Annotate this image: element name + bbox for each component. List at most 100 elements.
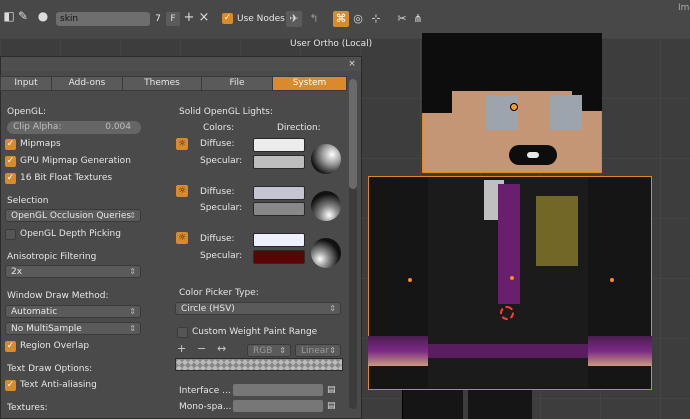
light-1-specular-label: Specular: xyxy=(200,156,243,166)
color-ramp[interactable] xyxy=(175,358,343,371)
text-aa-toggle[interactable]: ✓ Text Anti-aliasing xyxy=(5,379,97,392)
light-3-diffuse-color[interactable] xyxy=(253,233,305,247)
light-3-diffuse-label: Diffuse: xyxy=(200,234,235,244)
eyedropper-icon[interactable]: ✎ xyxy=(16,9,30,23)
text-aa-label: Text Anti-aliasing xyxy=(20,380,97,390)
character-head[interactable] xyxy=(422,33,602,173)
remove-stop-icon[interactable]: − xyxy=(197,342,206,355)
unlink-material-icon[interactable]: × xyxy=(197,11,211,25)
anisotropic-heading: Anisotropic Filtering xyxy=(7,252,97,262)
brush-icon[interactable]: ✂ xyxy=(394,11,410,27)
folder-icon[interactable]: ▤ xyxy=(327,385,339,395)
light-1-diffuse-color[interactable] xyxy=(253,138,305,152)
prefs-tabs: Input Add-ons Themes File System xyxy=(0,76,347,91)
right-eye xyxy=(550,95,582,130)
light-1-specular-color[interactable] xyxy=(253,155,305,169)
light-1-direction-sphere[interactable] xyxy=(311,144,341,174)
prefs-scrollbar[interactable] xyxy=(349,79,357,409)
3d-cursor-icon[interactable] xyxy=(500,306,514,320)
pin-icon[interactable]: ✈ xyxy=(286,11,302,27)
depth-picking-checkbox[interactable] xyxy=(5,228,16,240)
use-nodes-toggle[interactable]: ✓ Use Nodes xyxy=(218,12,285,26)
parent-arrow-icon[interactable]: ↰ xyxy=(306,11,322,27)
close-icon[interactable]: × xyxy=(347,59,357,69)
panel-label-cut: Im xyxy=(678,3,690,13)
add-stop-icon[interactable]: + xyxy=(177,342,186,355)
custom-weight-checkbox[interactable] xyxy=(177,326,188,338)
light-3-toggle-icon[interactable]: ☼ xyxy=(176,232,188,244)
light-2-specular-color[interactable] xyxy=(253,202,305,216)
tab-input[interactable]: Input xyxy=(0,76,52,91)
use-nodes-checkbox[interactable]: ✓ xyxy=(222,13,233,24)
light-2-diffuse-color[interactable] xyxy=(253,186,305,200)
light-3-specular-color[interactable] xyxy=(253,250,305,264)
tab-themes[interactable]: Themes xyxy=(122,76,202,91)
custom-weight-label: Custom Weight Paint Range xyxy=(192,327,318,337)
tab-system[interactable]: System xyxy=(272,76,347,91)
light-2-specular-label: Specular: xyxy=(200,203,243,213)
selection-dropdown[interactable]: OpenGL Occlusion Queries xyxy=(5,209,141,222)
multisample-dropdown[interactable]: No MultiSample xyxy=(5,322,141,335)
tab-add-ons[interactable]: Add-ons xyxy=(51,76,123,91)
ramp-color-mode-dropdown[interactable]: RGB xyxy=(247,344,291,357)
snap-icon[interactable]: ⌘ xyxy=(333,11,349,27)
colors-label: Colors: xyxy=(203,123,235,133)
selection-heading: Selection xyxy=(7,196,49,206)
float-textures-label: 16 Bit Float Textures xyxy=(20,173,113,183)
overlay-icon[interactable]: ⊹ xyxy=(368,11,384,27)
user-count: 7 xyxy=(155,14,161,24)
region-overlap-checkbox[interactable]: ✓ xyxy=(5,340,16,352)
text-aa-checkbox[interactable]: ✓ xyxy=(5,379,16,391)
window-draw-heading: Window Draw Method: xyxy=(7,291,109,301)
prefs-titlebar xyxy=(1,57,361,71)
scrollbar-thumb[interactable] xyxy=(349,79,357,189)
float-textures-toggle[interactable]: ✓ 16 Bit Float Textures xyxy=(5,172,112,185)
mipmaps-label: Mipmaps xyxy=(20,139,61,149)
direction-label: Direction: xyxy=(277,123,321,133)
textures-heading: Textures: xyxy=(7,403,48,413)
flip-ramp-icon[interactable]: ↔ xyxy=(217,342,226,355)
float-textures-checkbox[interactable]: ✓ xyxy=(5,172,16,184)
solid-lights-heading: Solid OpenGL Lights: xyxy=(179,107,273,117)
gpu-mipmap-label: GPU Mipmap Generation xyxy=(20,156,131,166)
light-2-direction-sphere[interactable] xyxy=(311,191,341,221)
gpu-mipmap-toggle[interactable]: ✓ GPU Mipmap Generation xyxy=(5,155,131,168)
user-preferences-window[interactable]: × Input Add-ons Themes File System OpenG… xyxy=(0,56,362,419)
viewport-label: User Ortho (Local) xyxy=(290,39,373,49)
character-body[interactable] xyxy=(368,176,652,390)
anisotropic-dropdown[interactable]: 2x xyxy=(5,265,141,278)
material-slot-icon[interactable]: ◧ xyxy=(2,9,16,23)
opengl-heading: OpenGL: xyxy=(7,107,47,117)
light-2-toggle-icon[interactable]: ☼ xyxy=(176,185,188,197)
light-2-diffuse-label: Diffuse: xyxy=(200,187,235,197)
mipmaps-checkbox[interactable]: ✓ xyxy=(5,138,16,150)
depth-picking-label: OpenGL Depth Picking xyxy=(20,229,121,239)
material-name-field[interactable]: skin xyxy=(56,12,150,26)
window-draw-dropdown[interactable]: Automatic xyxy=(5,305,141,318)
gpu-mipmap-checkbox[interactable]: ✓ xyxy=(5,155,16,167)
depth-picking-toggle[interactable]: OpenGL Depth Picking xyxy=(5,228,121,241)
mipmaps-toggle[interactable]: ✓ Mipmaps xyxy=(5,138,61,151)
color-picker-dropdown[interactable]: Circle (HSV) xyxy=(175,302,341,315)
folder-icon[interactable]: ▤ xyxy=(327,401,339,411)
light-1-toggle-icon[interactable]: ☼ xyxy=(176,138,188,150)
clip-alpha-value: 0.004 xyxy=(105,122,131,132)
material-sphere-icon[interactable]: ● xyxy=(36,9,50,23)
left-eye xyxy=(486,95,518,130)
interface-font-label: Interface ... xyxy=(179,386,231,396)
text-draw-heading: Text Draw Options: xyxy=(7,364,93,374)
render-icon[interactable]: ◎ xyxy=(350,11,366,27)
region-overlap-label: Region Overlap xyxy=(20,341,90,351)
fake-user-button[interactable]: F xyxy=(166,12,180,26)
add-material-icon[interactable]: + xyxy=(182,11,196,25)
tab-file[interactable]: File xyxy=(201,76,273,91)
region-overlap-toggle[interactable]: ✓ Region Overlap xyxy=(5,340,89,353)
falloff-icon[interactable]: ⋔ xyxy=(410,11,426,27)
mono-font-field[interactable] xyxy=(233,400,323,412)
ramp-interpolation-dropdown[interactable]: Linear xyxy=(295,344,341,357)
interface-font-field[interactable] xyxy=(233,384,323,396)
custom-weight-toggle[interactable]: Custom Weight Paint Range xyxy=(177,326,317,339)
light-3-direction-sphere[interactable] xyxy=(311,238,341,268)
light-3-specular-label: Specular: xyxy=(200,251,243,261)
clip-alpha-slider[interactable]: Clip Alpha: 0.004 xyxy=(7,121,141,134)
